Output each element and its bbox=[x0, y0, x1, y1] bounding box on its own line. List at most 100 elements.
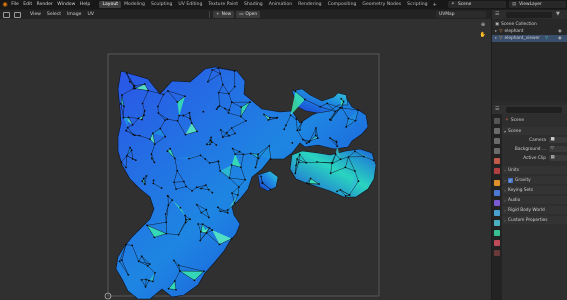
uv-vertex bbox=[178, 270, 181, 272]
open-label: Open bbox=[245, 12, 258, 17]
uv-vertex bbox=[166, 194, 169, 197]
uv-vertex bbox=[340, 98, 343, 100]
eye-icon[interactable]: ◉ bbox=[558, 29, 562, 34]
pan-hand-icon[interactable]: ✋ bbox=[479, 31, 487, 39]
new-image-button[interactable]: + New bbox=[212, 11, 235, 18]
panel-keying-sets[interactable]: › Keying Sets bbox=[502, 186, 567, 194]
uv-vertex bbox=[228, 134, 230, 137]
uv-vertex bbox=[125, 129, 128, 132]
open-image-button[interactable]: ▭ Open bbox=[236, 11, 261, 18]
scene-selector[interactable]: ⚘ Scene bbox=[448, 1, 506, 8]
tab-uv-editing[interactable]: UV Editing bbox=[175, 1, 205, 8]
uv-vertex bbox=[348, 194, 351, 196]
uv-vertex bbox=[339, 106, 342, 109]
add-workspace-button[interactable]: + bbox=[431, 2, 439, 8]
constraints-tab-icon[interactable] bbox=[494, 220, 500, 226]
gravity-checkbox[interactable]: ✓ bbox=[508, 177, 513, 183]
physics-tab-icon[interactable] bbox=[494, 210, 500, 216]
zoom-icon[interactable]: ⊕ bbox=[479, 21, 487, 29]
uv-vertex bbox=[205, 232, 208, 234]
editor-type-icon[interactable]: ☰ bbox=[495, 11, 499, 17]
properties-search-input[interactable] bbox=[506, 106, 562, 113]
outliner-label: elephant bbox=[504, 29, 524, 34]
menu-select[interactable]: Select bbox=[44, 12, 64, 17]
modifier-tab-icon[interactable] bbox=[494, 190, 500, 196]
menu-image[interactable]: Image bbox=[64, 12, 84, 17]
menu-uv[interactable]: UV bbox=[84, 12, 97, 17]
outliner-search-input[interactable] bbox=[506, 11, 552, 18]
menu-view[interactable]: View bbox=[27, 12, 44, 17]
chevron-right-icon[interactable]: ▸ bbox=[495, 29, 497, 34]
mode-icon[interactable] bbox=[14, 11, 21, 18]
material-tab-icon[interactable] bbox=[494, 240, 500, 246]
uv-vertex bbox=[347, 156, 350, 158]
context-breadcrumb: ⚘ Scene bbox=[502, 116, 567, 124]
editor-type-icon[interactable]: ☰ bbox=[495, 106, 499, 112]
view-layer-tab-icon[interactable] bbox=[494, 148, 500, 154]
uv-vertex bbox=[245, 119, 247, 122]
tab-modeling[interactable]: Modeling bbox=[121, 1, 148, 8]
outliner-row-elephant[interactable]: ▸ ▽ elephant ◉ bbox=[492, 28, 567, 35]
outliner-row-elephant-viewer[interactable]: ▸ ▽ elephant_viewer ▽ ◉ bbox=[492, 35, 567, 42]
uv-vertex bbox=[354, 170, 356, 172]
uv-vertex bbox=[344, 195, 347, 197]
panel-audio[interactable]: › Audio bbox=[502, 196, 567, 204]
panel-gravity[interactable]: › ✓ Gravity bbox=[502, 176, 567, 184]
uv-vertex bbox=[362, 155, 365, 158]
particles-tab-icon[interactable] bbox=[494, 200, 500, 206]
tab-geometry-nodes[interactable]: Geometry Nodes bbox=[359, 1, 404, 8]
tab-animation[interactable]: Animation bbox=[266, 1, 295, 8]
active-clip-field[interactable]: ▦ bbox=[549, 155, 567, 161]
tool-tab-icon[interactable] bbox=[494, 118, 500, 124]
view-layer-selector[interactable]: ▤ ViewLayer bbox=[509, 1, 566, 8]
uv-vertex bbox=[151, 280, 154, 283]
tab-compositing[interactable]: Compositing bbox=[325, 1, 360, 8]
editor-type-icon[interactable] bbox=[3, 11, 10, 18]
panel-custom-properties[interactable]: › Custom Properties bbox=[502, 216, 567, 224]
divider bbox=[208, 11, 210, 18]
chevron-right-icon[interactable]: ▸ bbox=[495, 36, 497, 41]
menu-edit[interactable]: Edit bbox=[21, 2, 34, 7]
uv-mesh-canvas[interactable] bbox=[0, 19, 491, 300]
world-tab-icon[interactable] bbox=[494, 168, 500, 174]
texture-tab-icon[interactable] bbox=[494, 250, 500, 256]
tab-layout[interactable]: Layout bbox=[99, 1, 122, 8]
scene-tab-icon[interactable] bbox=[494, 158, 500, 164]
render-tab-icon[interactable] bbox=[494, 128, 500, 134]
panel-units[interactable]: › Units bbox=[502, 166, 567, 174]
tab-sculpting[interactable]: Sculpting bbox=[148, 1, 175, 8]
uv-vertex bbox=[146, 264, 149, 267]
output-tab-icon[interactable] bbox=[494, 138, 500, 144]
panel-rigid-body-world[interactable]: › Rigid Body World bbox=[502, 206, 567, 214]
tab-scripting[interactable]: Scripting bbox=[404, 1, 430, 8]
uv-vertex bbox=[336, 190, 339, 193]
menu-render[interactable]: Render bbox=[34, 2, 55, 7]
menu-file[interactable]: File bbox=[9, 2, 21, 7]
uv-vertex bbox=[296, 129, 299, 132]
header-menus: View Select Image UV bbox=[27, 12, 97, 17]
data-tab-icon[interactable] bbox=[494, 230, 500, 236]
object-tab-icon[interactable] bbox=[494, 180, 500, 186]
blender-logo-icon[interactable]: ◉ bbox=[1, 1, 9, 8]
filter-icon[interactable]: ▼ bbox=[556, 11, 560, 17]
uv-vertex bbox=[228, 109, 231, 112]
uvmap-selector[interactable]: UVMap bbox=[436, 11, 486, 18]
uv-vertex bbox=[305, 182, 308, 185]
background-field[interactable]: ▽ bbox=[549, 146, 567, 152]
uv-vertex bbox=[185, 218, 188, 221]
panel-scene[interactable]: ▾ Scene bbox=[502, 127, 567, 135]
outliner-row-scene-collection[interactable]: ▣ Scene Collection bbox=[492, 21, 567, 28]
menu-window[interactable]: Window bbox=[55, 2, 78, 7]
outliner-label: Scene Collection bbox=[501, 22, 537, 27]
tab-shading[interactable]: Shading bbox=[241, 1, 266, 8]
uv-vertex bbox=[164, 135, 167, 138]
menu-help[interactable]: Help bbox=[78, 2, 93, 7]
uv-vertex bbox=[173, 259, 175, 262]
outliner-label: elephant_viewer bbox=[504, 36, 540, 41]
uv-viewport[interactable]: ⊕ ✋ bbox=[0, 19, 491, 300]
eye-icon[interactable]: ◉ bbox=[558, 36, 562, 41]
tab-rendering[interactable]: Rendering bbox=[295, 1, 324, 8]
camera-field[interactable]: ■ bbox=[549, 137, 567, 143]
uv-vertex bbox=[190, 122, 193, 124]
tab-texture-paint[interactable]: Texture Paint bbox=[205, 1, 241, 8]
